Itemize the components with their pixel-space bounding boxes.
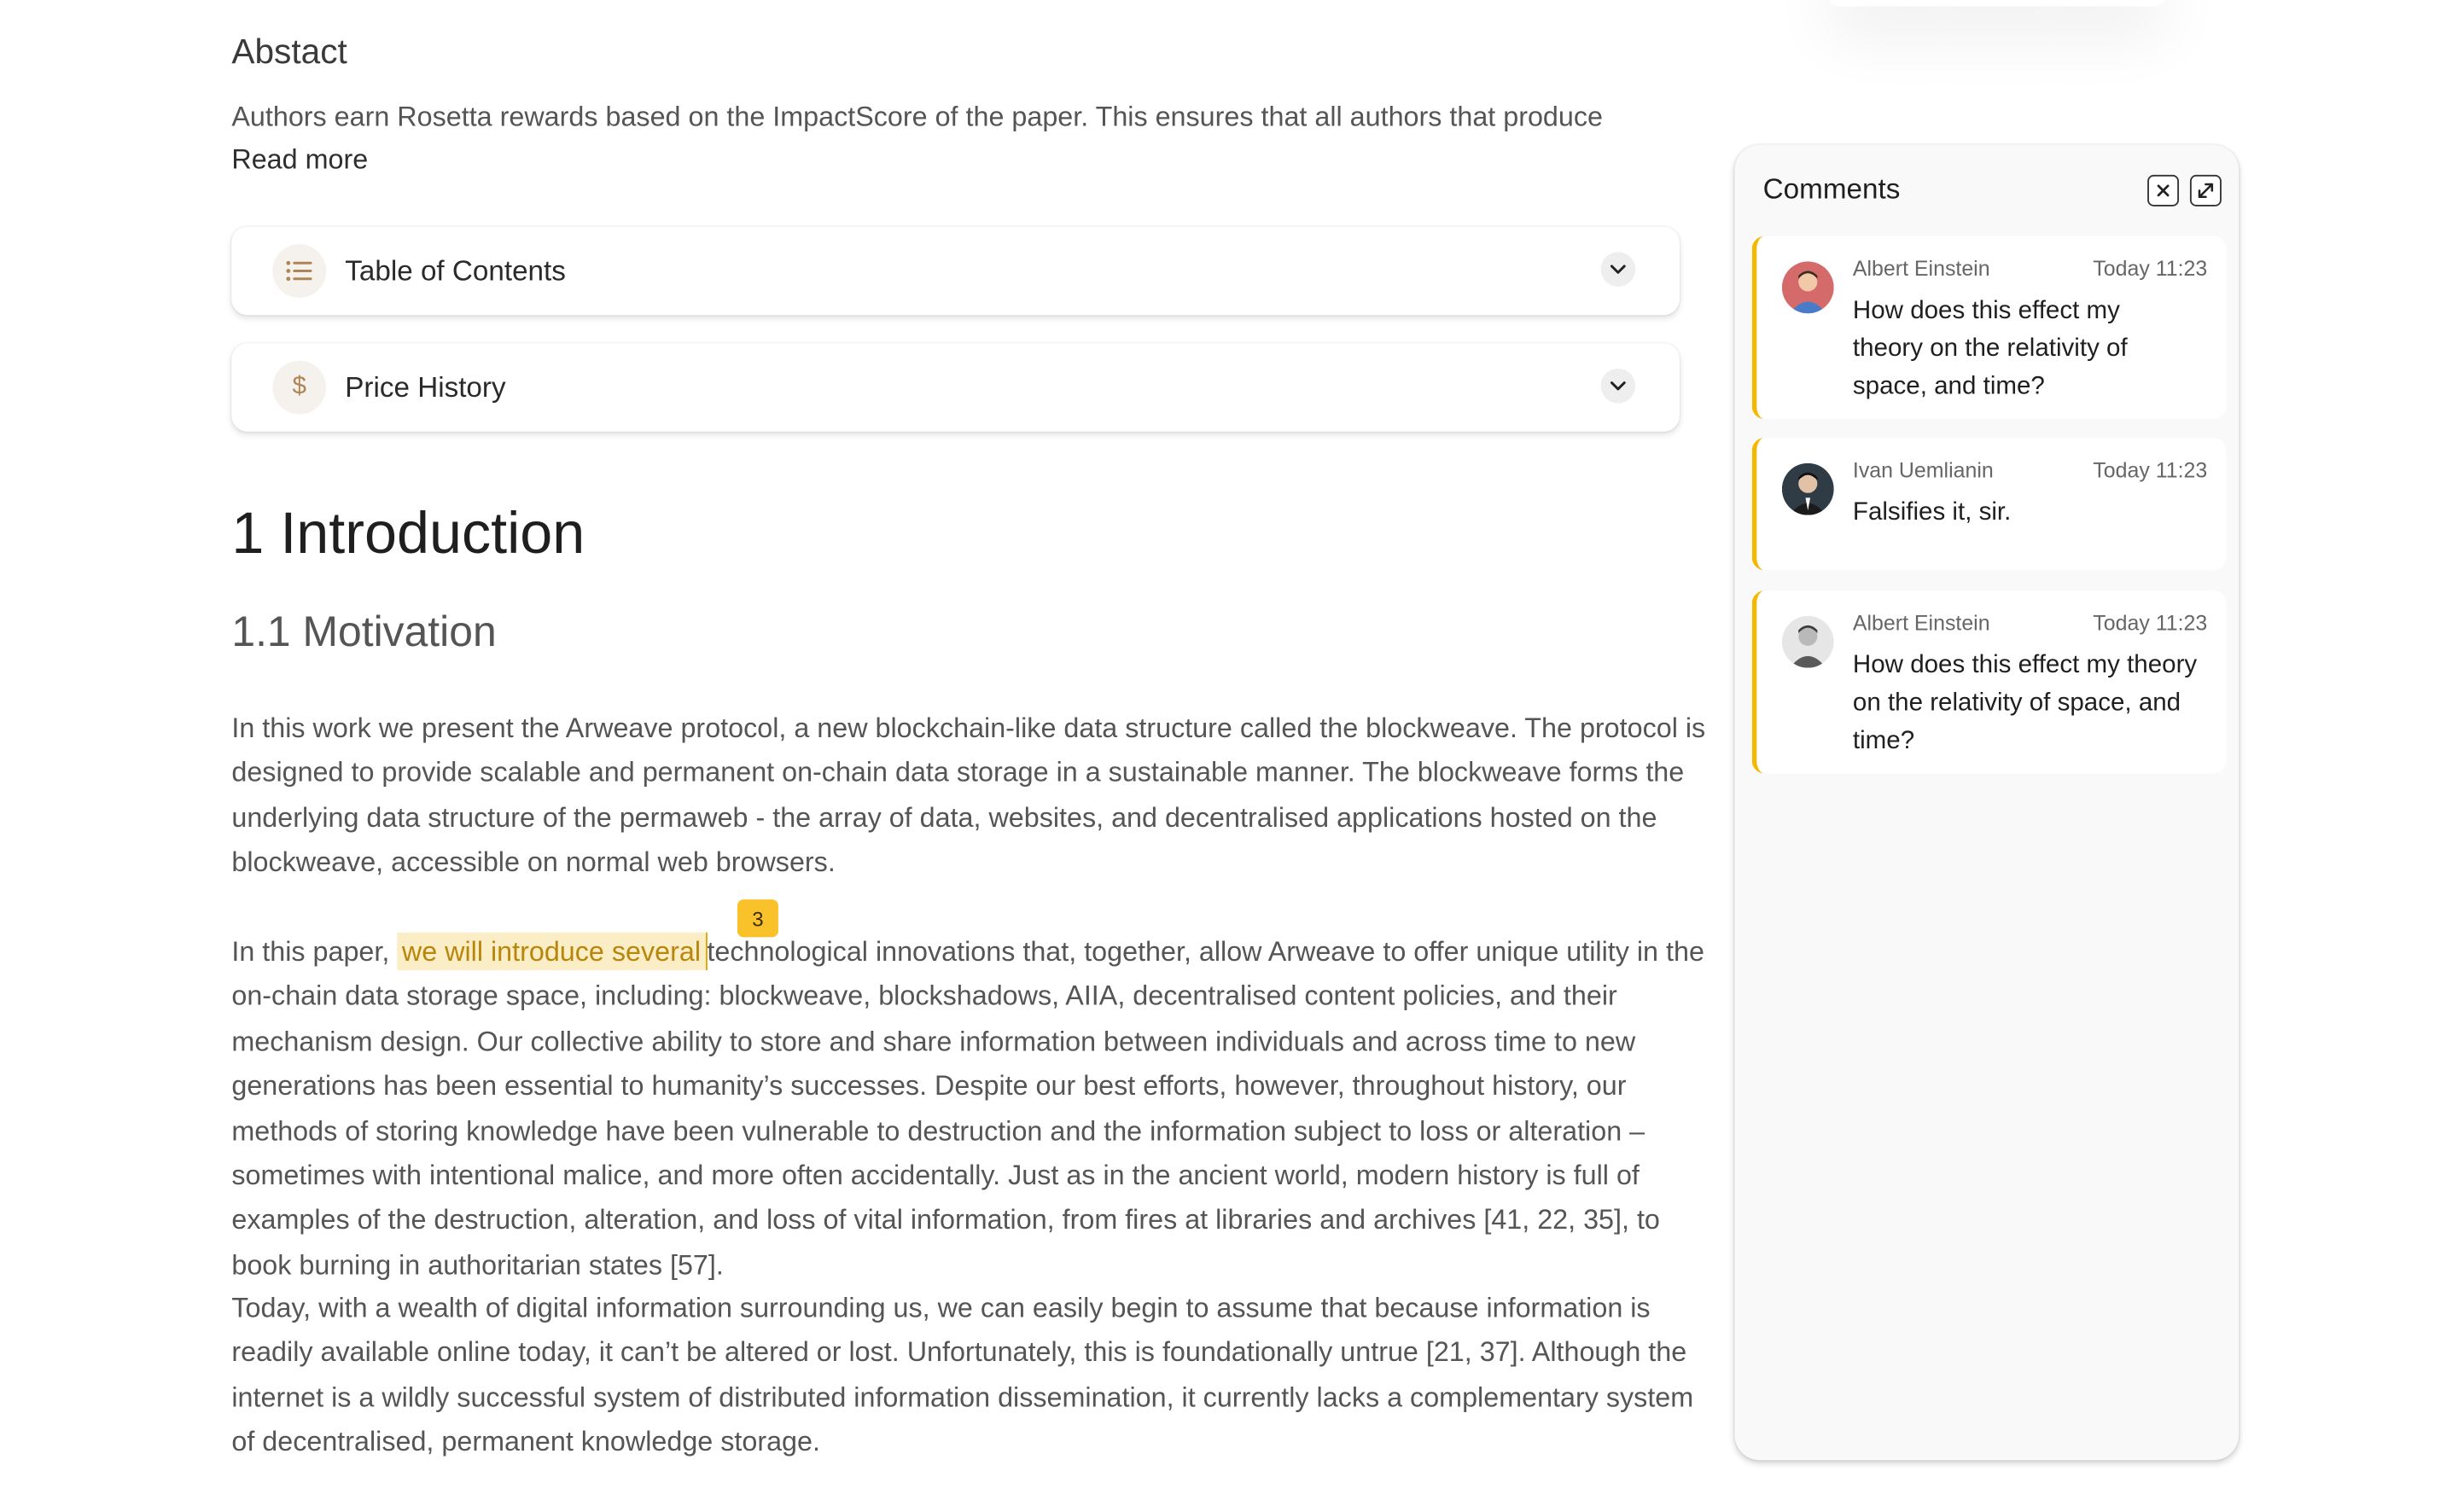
abstract-body: Authors earn Rosetta rewards based on th… xyxy=(231,101,1603,133)
close-icon[interactable] xyxy=(2147,174,2180,206)
avatar xyxy=(1781,462,1834,515)
subsection-heading: 1.1 Motivation xyxy=(231,608,497,655)
comment-text: How does this effect my theory on the re… xyxy=(1852,297,2128,400)
section-heading: 1 Introduction xyxy=(231,501,585,566)
accordion-label: Table of Contents xyxy=(345,254,566,287)
avatar xyxy=(1781,615,1834,668)
comment-time: Today 11:23 xyxy=(2093,458,2208,482)
paragraph-1: In this work we present the Arweave prot… xyxy=(231,712,1706,878)
abstract-text: Authors earn Rosetta rewards based on th… xyxy=(231,96,1649,182)
comment-card[interactable]: Albert Einstein Today 11:23 How does thi… xyxy=(1751,590,2227,774)
abstract-title: Abstact xyxy=(231,31,347,72)
expand-icon[interactable] xyxy=(2189,174,2222,206)
floating-card xyxy=(1827,0,2167,7)
price-history-accordion[interactable]: $ Price History xyxy=(231,343,1680,432)
highlighted-text[interactable]: we will introduce several xyxy=(397,932,708,971)
comment-card[interactable]: Ivan Uemlianin Today 11:23 Falsifies it,… xyxy=(1751,438,2227,571)
comments-panel: Comments Albert Einstein Today 11:23 How… xyxy=(1734,144,2240,1461)
comment-text: How does this effect my theory on the re… xyxy=(1852,652,2198,755)
list-icon xyxy=(272,244,327,298)
read-more-link[interactable]: Read more xyxy=(231,143,368,175)
paragraph-2: In this paper, we will introduce several… xyxy=(231,929,1712,1288)
comment-author: Albert Einstein xyxy=(1852,611,1990,635)
comment-text: Falsifies it, sir. xyxy=(1852,499,2012,526)
chevron-down-icon[interactable] xyxy=(1600,368,1636,404)
dollar-icon: $ xyxy=(272,360,327,415)
comments-title: Comments xyxy=(1762,173,1901,205)
comment-author: Albert Einstein xyxy=(1852,256,1990,281)
paragraph-text: In this paper, xyxy=(231,935,398,968)
chevron-down-icon[interactable] xyxy=(1600,252,1636,287)
paragraph-3: Today, with a wealth of digital informat… xyxy=(231,1291,1694,1457)
comment-card[interactable]: Albert Einstein Today 11:23 How does thi… xyxy=(1751,236,2227,420)
accordion-label: Price History xyxy=(345,370,506,403)
comment-author: Ivan Uemlianin xyxy=(1852,458,1994,482)
paragraph-text: technological innovations that, together… xyxy=(231,935,1704,1281)
comment-time: Today 11:23 xyxy=(2093,611,2208,635)
avatar xyxy=(1781,261,1834,314)
comment-time: Today 11:23 xyxy=(2093,256,2208,281)
table-of-contents-accordion[interactable]: Table of Contents xyxy=(231,226,1680,316)
